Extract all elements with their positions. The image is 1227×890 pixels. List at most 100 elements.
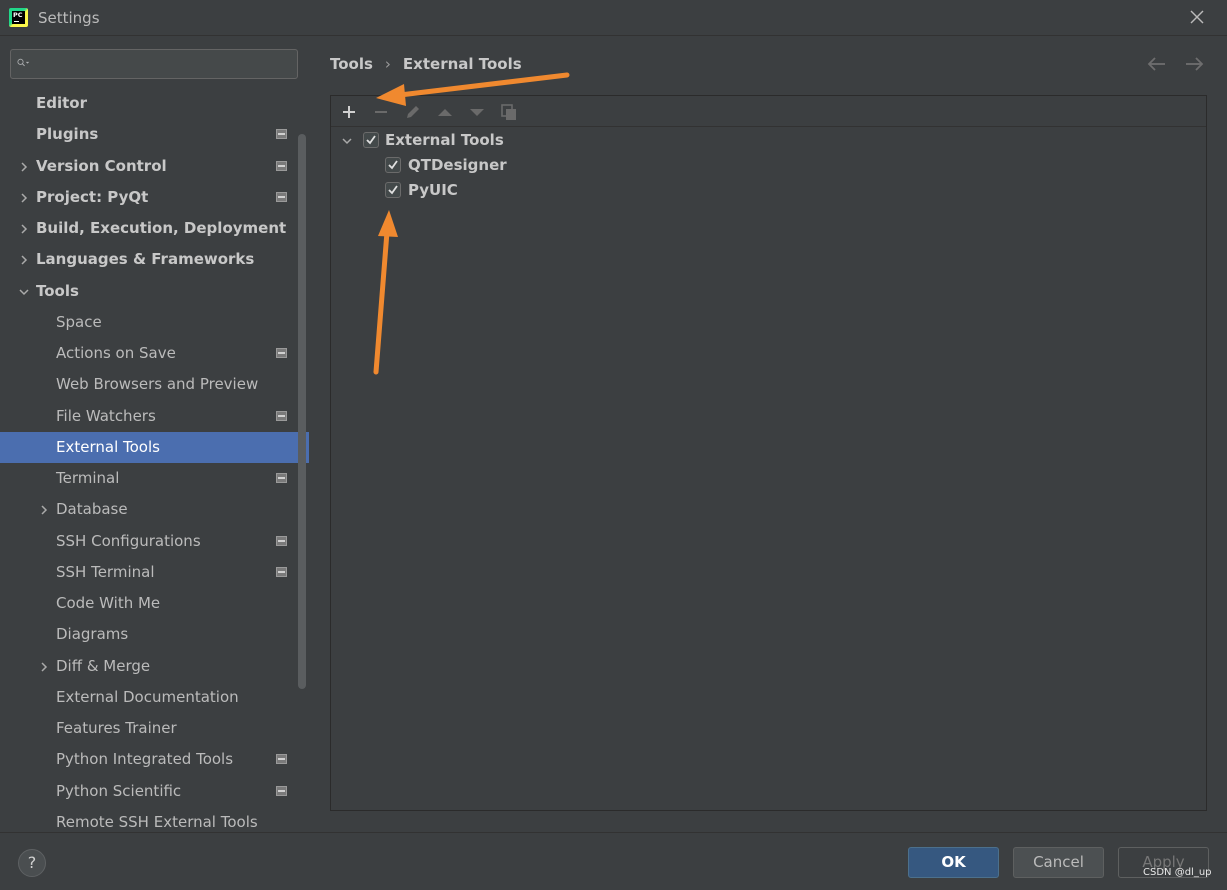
search-input[interactable]: [47, 54, 287, 74]
search-box[interactable]: [10, 49, 298, 79]
move-up-icon: [438, 109, 452, 116]
settings-sidebar: Editor Plugins Version Control Project: PyQ…: [0, 37, 310, 832]
remove-icon: [375, 111, 387, 113]
chevron-right-icon[interactable]: [18, 192, 30, 204]
remove-tool-button[interactable]: [371, 102, 391, 122]
sidebar-item-label: Space: [56, 312, 102, 331]
sidebar-item-label: Web Browsers and Preview: [56, 375, 259, 394]
sidebar-item-code-with-me[interactable]: Code With Me: [0, 588, 309, 619]
sidebar-item-label: Terminal: [56, 469, 120, 487]
sidebar-item-terminal[interactable]: Terminal: [0, 463, 309, 494]
app-icon-text: PC: [13, 11, 23, 19]
sidebar-item-python-scientific[interactable]: Python Scientific: [0, 776, 309, 807]
sidebar-item-file-watchers[interactable]: File Watchers: [0, 401, 309, 432]
arrow-left-icon: [1147, 57, 1165, 71]
sidebar-item-label: SSH Terminal: [56, 562, 155, 581]
move-down-button[interactable]: [467, 102, 487, 122]
sidebar-item-label: Features Trainer: [56, 719, 177, 737]
sidebar-item-diagrams[interactable]: Diagrams: [0, 619, 309, 650]
sidebar-item-label: Editor: [36, 94, 87, 112]
breadcrumb: Tools › External Tools: [330, 55, 522, 73]
chevron-right-icon[interactable]: [38, 661, 50, 673]
copy-tool-button[interactable]: [499, 102, 519, 122]
arrow-right-icon: [1186, 57, 1204, 71]
sidebar-item-python-integrated-tools[interactable]: Python Integrated Tools: [0, 744, 309, 775]
help-button[interactable]: ?: [18, 849, 46, 877]
tools-toolbar: [331, 96, 1206, 127]
project-level-settings-icon: [276, 160, 287, 171]
dialog-footer: ? OK Cancel Apply: [0, 832, 1227, 890]
sidebar-item-label: External Documentation: [56, 687, 239, 706]
sidebar-item-plugins[interactable]: Plugins: [0, 119, 309, 150]
project-level-settings-icon: [276, 129, 287, 140]
tools-group-row[interactable]: External Tools: [339, 128, 739, 153]
project-level-settings-icon: [276, 566, 287, 577]
edit-tool-button[interactable]: [403, 102, 423, 122]
project-level-settings-icon: [276, 191, 287, 202]
window-title: Settings: [38, 9, 100, 27]
sidebar-item-features-trainer[interactable]: Features Trainer: [0, 713, 309, 744]
sidebar-item-version-control[interactable]: Version Control: [0, 151, 309, 182]
tool-row-qtdesigner[interactable]: QTDesigner: [385, 153, 685, 178]
project-level-settings-icon: [276, 410, 287, 421]
pycharm-app-icon: PC: [9, 8, 28, 27]
navigation-arrows: [1136, 53, 1205, 79]
back-button[interactable]: [1146, 53, 1168, 75]
edit-icon: [407, 106, 419, 118]
sidebar-item-project-pyqt[interactable]: Project: PyQt: [0, 182, 309, 213]
chevron-right-icon[interactable]: [18, 254, 30, 266]
add-icon: [343, 106, 355, 118]
cancel-button[interactable]: Cancel: [1013, 847, 1104, 878]
sidebar-item-label: External Tools: [56, 437, 160, 456]
move-down-icon: [470, 109, 484, 116]
tool-checkbox-qtdesigner[interactable]: [385, 157, 401, 173]
sidebar-item-label: Tools: [36, 281, 79, 300]
sidebar-item-external-tools[interactable]: External Tools: [0, 431, 309, 463]
chevron-right-icon[interactable]: [38, 504, 50, 516]
project-level-settings-icon: [276, 785, 287, 796]
close-button[interactable]: [1188, 8, 1206, 26]
watermark-text: CSDN @dl_up: [1143, 867, 1212, 878]
sidebar-item-web-browsers-and-preview[interactable]: Web Browsers and Preview: [0, 369, 309, 400]
tools-group-checkbox[interactable]: [363, 132, 379, 148]
sidebar-item-label: Version Control: [36, 156, 167, 175]
chevron-down-icon: [342, 138, 352, 145]
chevron-down-icon[interactable]: [18, 286, 30, 298]
sidebar-item-label: Plugins: [36, 125, 99, 144]
ok-button[interactable]: OK: [908, 847, 999, 878]
sidebar-item-languages-frameworks[interactable]: Languages & Frameworks: [0, 244, 309, 275]
sidebar-item-editor[interactable]: Editor: [0, 88, 309, 119]
chevron-right-icon[interactable]: [18, 161, 30, 173]
sidebar-item-build-execution-deployment[interactable]: Build, Execution, Deployment: [0, 213, 309, 244]
move-up-button[interactable]: [435, 102, 455, 122]
tool-label-pyuic: PyUIC: [408, 181, 458, 199]
tools-group-label: External Tools: [385, 131, 504, 149]
sidebar-item-diff-merge[interactable]: Diff & Merge: [0, 651, 309, 682]
project-level-settings-icon: [276, 348, 287, 358]
sidebar-item-ssh-configurations[interactable]: SSH Configurations: [0, 526, 309, 557]
sidebar-item-database[interactable]: Database: [0, 494, 309, 525]
sidebar-item-actions-on-save[interactable]: Actions on Save: [0, 338, 309, 369]
sidebar-item-space[interactable]: Space: [0, 307, 309, 338]
sidebar-item-label: Diagrams: [56, 625, 129, 644]
sidebar-item-label: Build, Execution, Deployment: [36, 219, 287, 237]
tool-checkbox-pyuic[interactable]: [385, 182, 401, 198]
sidebar-scrollbar[interactable]: [298, 134, 306, 689]
project-level-settings-icon: [276, 473, 287, 483]
sidebar-item-tools[interactable]: Tools: [0, 276, 309, 307]
forward-button[interactable]: [1183, 53, 1205, 75]
sidebar-item-label: SSH Configurations: [56, 531, 201, 550]
sidebar-item-label: Python Integrated Tools: [56, 750, 234, 769]
add-tool-button[interactable]: [339, 102, 359, 122]
tool-row-pyuic[interactable]: PyUIC: [385, 178, 685, 203]
breadcrumb-parent[interactable]: Tools: [330, 55, 373, 73]
breadcrumb-separator: ›: [384, 55, 391, 73]
main-content: Tools › External Tools External Tools QT…: [310, 37, 1227, 832]
sidebar-item-label: Languages & Frameworks: [36, 250, 255, 269]
checkmark-icon: [366, 135, 376, 145]
chevron-right-icon[interactable]: [18, 223, 30, 235]
checkmark-icon: [388, 160, 398, 170]
project-level-settings-icon: [276, 754, 287, 765]
sidebar-item-ssh-terminal[interactable]: SSH Terminal: [0, 557, 309, 588]
sidebar-item-external-documentation[interactable]: External Documentation: [0, 682, 309, 713]
